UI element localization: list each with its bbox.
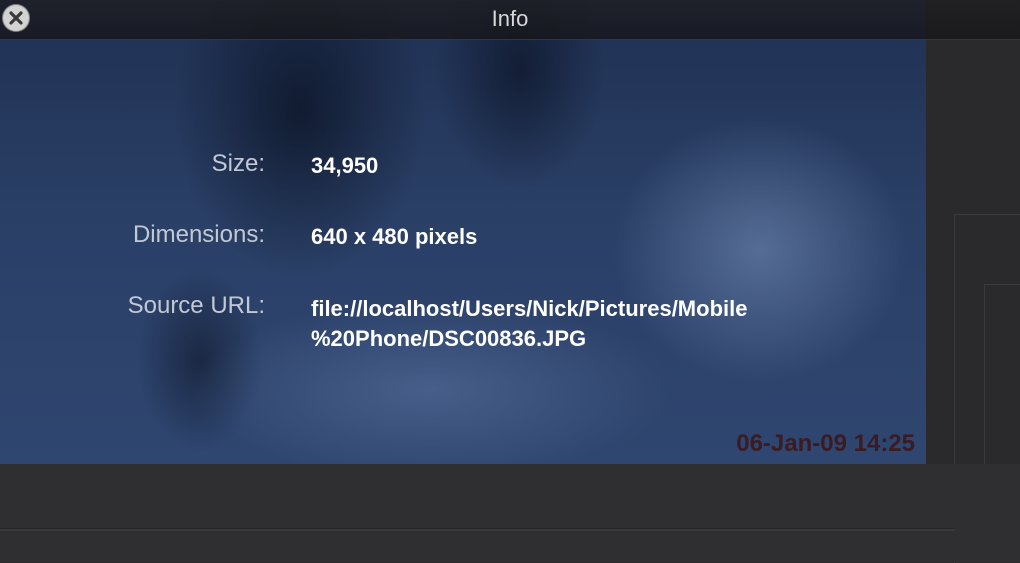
size-value: 34,950 bbox=[311, 153, 379, 178]
info-title-bar: Info bbox=[0, 0, 1020, 40]
source-url-label: Source URL: bbox=[127, 292, 265, 319]
photo-timestamp: 06-Jan-09 14:25 bbox=[736, 430, 915, 457]
dimensions-value: 640 x 480 pixels bbox=[311, 224, 478, 249]
size-label: Size: bbox=[211, 150, 265, 177]
dimensions-label: Dimensions: bbox=[132, 221, 265, 248]
lower-panel bbox=[0, 464, 1020, 562]
window-title: Info bbox=[491, 6, 529, 31]
source-url-value: file://localhost/Users/Nick/Pictures/Mob… bbox=[311, 296, 748, 351]
divider bbox=[0, 528, 955, 531]
